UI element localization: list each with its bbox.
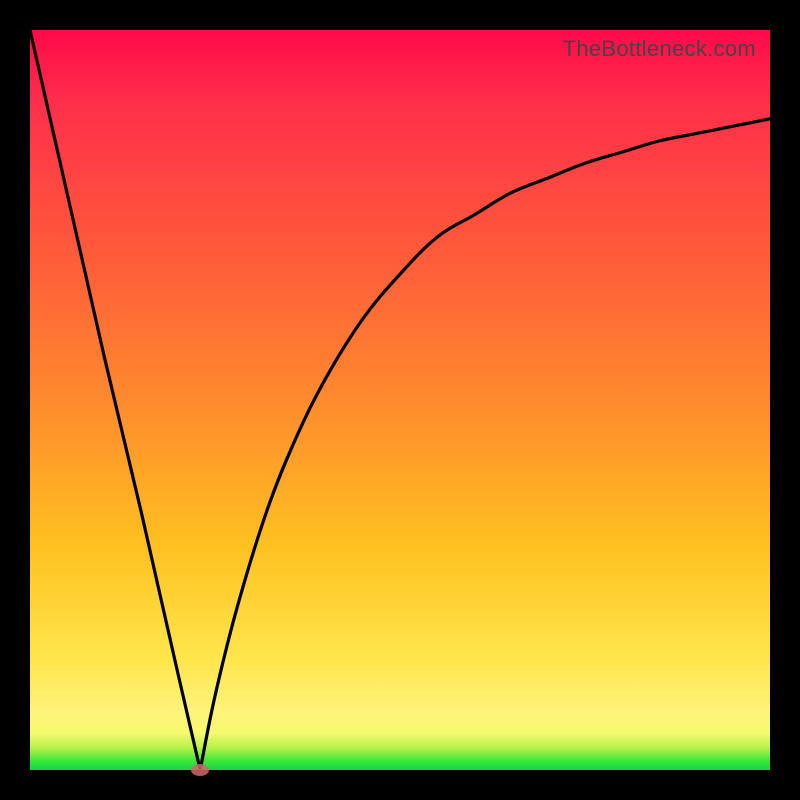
bottleneck-curve: [30, 30, 770, 770]
chart-frame: TheBottleneck.com: [0, 0, 800, 800]
plot-area: TheBottleneck.com: [30, 30, 770, 770]
minimum-marker-icon: [191, 764, 209, 776]
